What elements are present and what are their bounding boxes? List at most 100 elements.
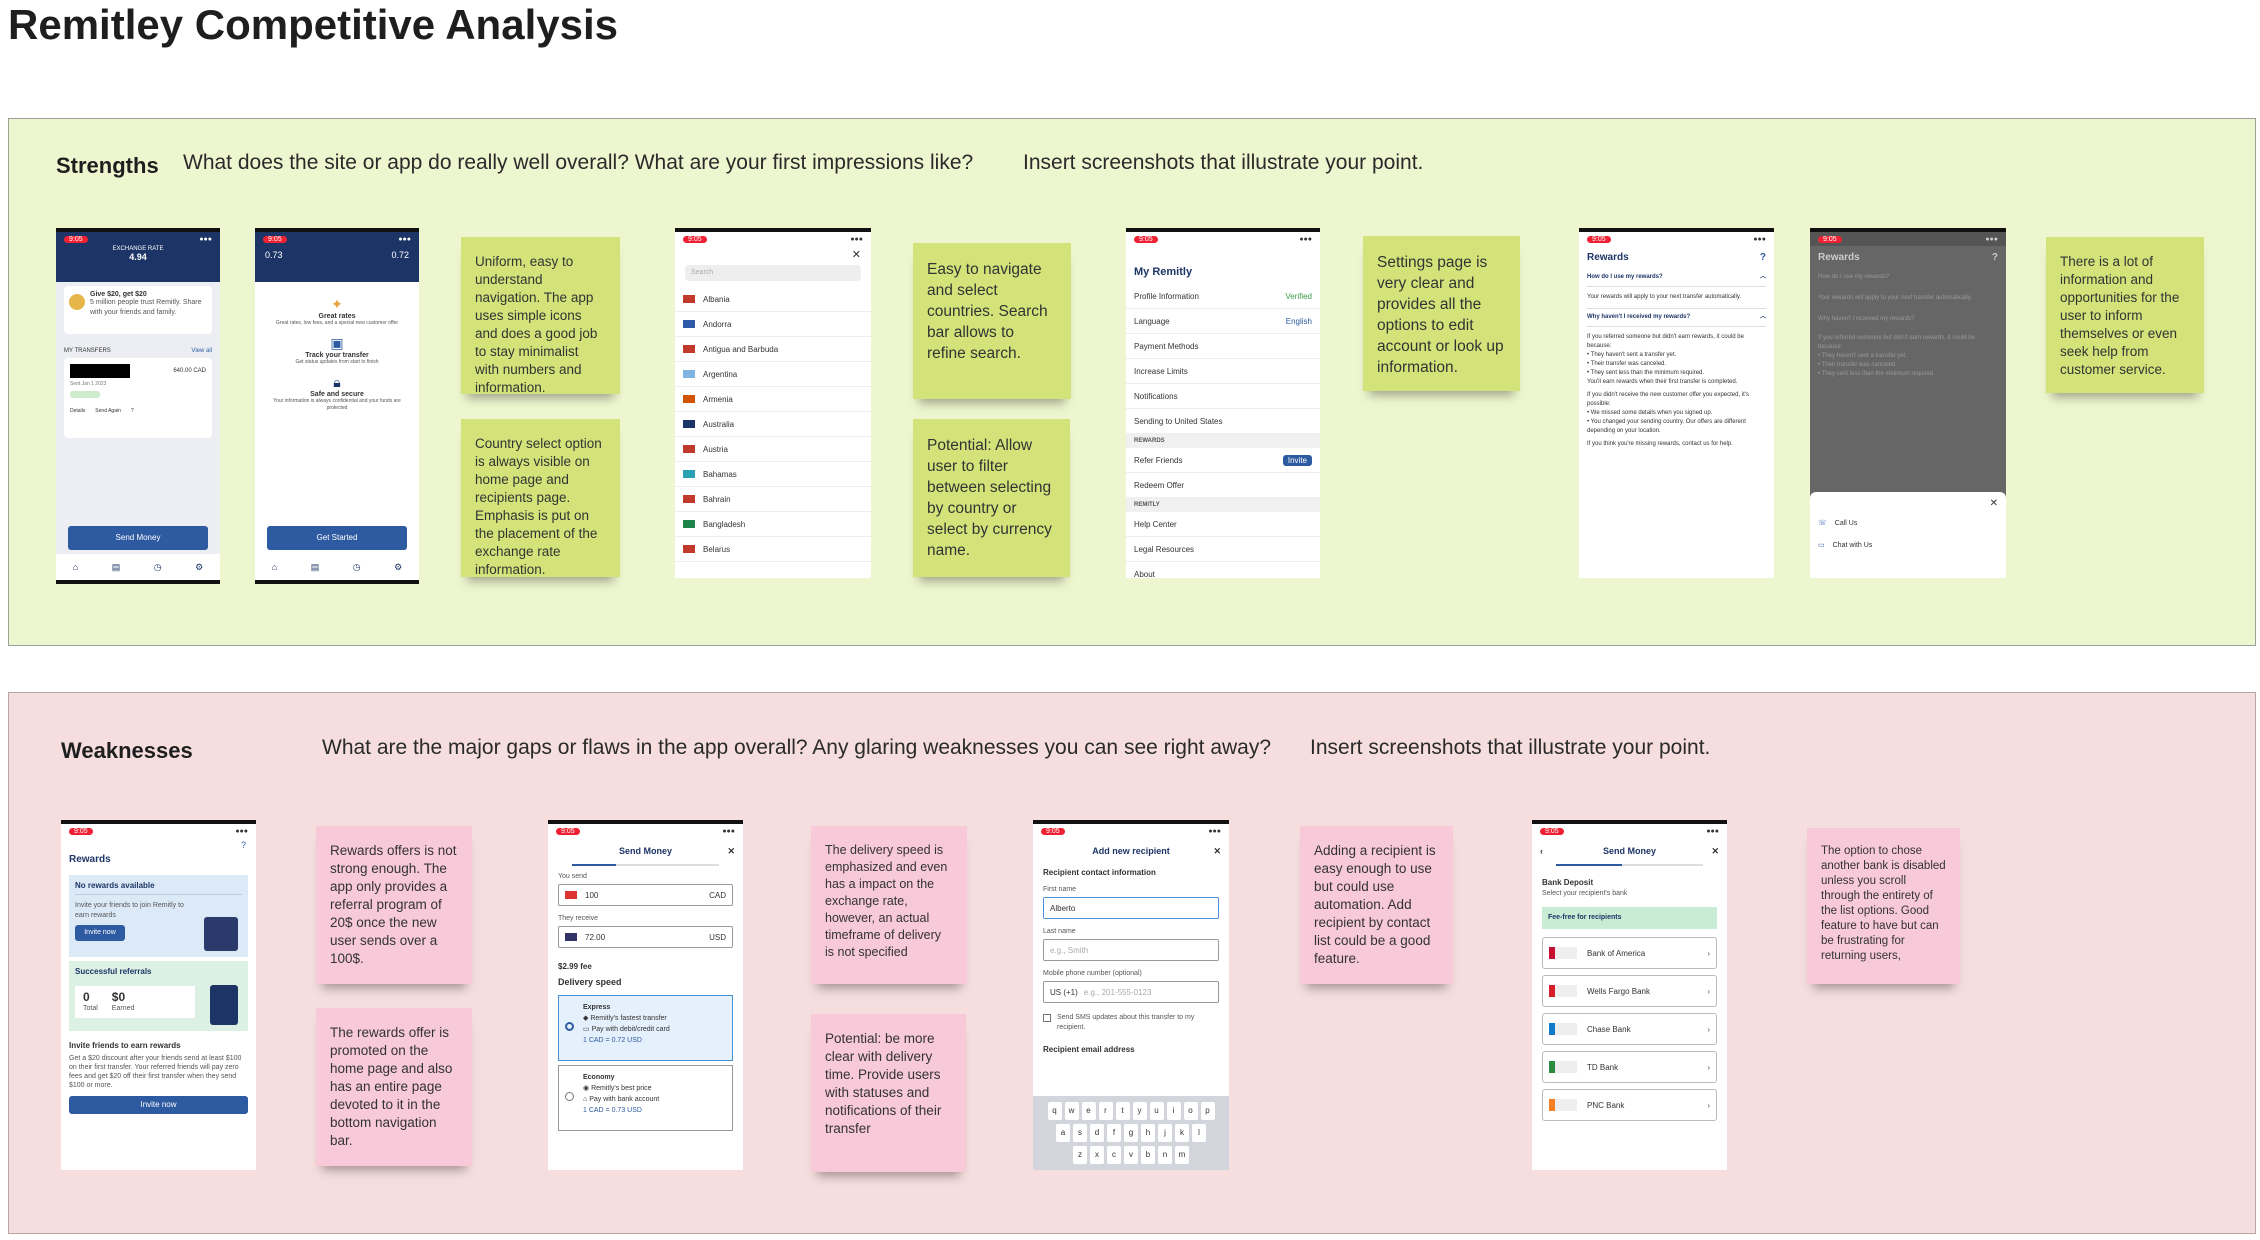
phone-input[interactable]: US (+1) e.g., 201-555-0123 [1043, 981, 1219, 1003]
keyboard-key[interactable]: k [1175, 1124, 1189, 1142]
close-icon[interactable]: ✕ [1818, 498, 1998, 509]
gift-icon [204, 917, 238, 951]
strengths-label: Strengths [56, 153, 159, 178]
screenshot-rewards: 9:05 ●●● ? Rewards No rewards available I… [61, 820, 256, 1170]
keyboard-key[interactable]: p [1200, 1102, 1215, 1120]
last-name-input[interactable]: e.g., Smith [1043, 939, 1219, 961]
keyboard-key[interactable]: m [1175, 1146, 1189, 1164]
country-row[interactable]: Belarus [675, 537, 871, 562]
invite-now-button[interactable]: Invite now [69, 1096, 248, 1114]
strengths-instruction: Insert screenshots that illustrate your … [1023, 151, 1424, 174]
country-flag-icon [683, 470, 695, 478]
send-money-button[interactable]: Send Money [68, 526, 208, 550]
keyboard-key[interactable]: l [1192, 1124, 1206, 1142]
screenshot-onboarding: 9:05 ●●● 0.73 0.72 ✦ Great rates Great rat… [255, 228, 419, 584]
weaknesses-prompt: What are the major gaps or flaws in the … [322, 736, 1272, 759]
keyboard-key[interactable]: r [1098, 1102, 1113, 1120]
keyboard-key[interactable]: f [1107, 1124, 1121, 1142]
country-name: Andorra [703, 319, 732, 329]
country-row[interactable]: Armenia [675, 387, 871, 412]
country-row[interactable]: Argentina [675, 362, 871, 387]
sms-checkbox[interactable]: Send SMS updates about this transfer to … [1033, 1011, 1229, 1035]
bank-name: Wells Fargo Bank [1587, 986, 1650, 996]
keyboard-key[interactable]: j [1158, 1124, 1172, 1142]
bank-option[interactable]: PNC Bank › [1542, 1089, 1717, 1121]
country-row[interactable]: Austria [675, 437, 871, 462]
screenshot-add-recipient: 9:05 ●●● Add new recipient ✕ Recipient con… [1033, 820, 1229, 1170]
keyboard-key[interactable]: s [1073, 1124, 1087, 1142]
bank-option[interactable]: Chase Bank › [1542, 1013, 1717, 1045]
express-option[interactable]: Express ◆ Remitly's fastest transfer ▭ P… [558, 995, 733, 1061]
chevron-right-icon: › [1707, 1062, 1710, 1072]
send-amount-input[interactable]: 100 CAD [558, 884, 733, 906]
back-icon[interactable]: ‹ [1540, 846, 1543, 856]
country-row[interactable]: Andorra [675, 312, 871, 337]
country-flag-icon [683, 520, 695, 528]
close-icon[interactable]: ✕ [675, 246, 871, 263]
country-name: Belarus [703, 544, 731, 554]
chevron-right-icon: › [1707, 948, 1710, 958]
country-name: Antigua and Barbuda [703, 344, 779, 354]
screenshot-country-select: 9:05 ●●● ✕ Search Albania Andorra Antigua a… [675, 228, 871, 578]
headset-icon: ☏ [1818, 520, 1827, 527]
keyboard-key[interactable]: q [1047, 1102, 1062, 1120]
close-icon[interactable]: ✕ [1213, 846, 1221, 857]
country-row[interactable]: Australia [675, 412, 871, 437]
bank-option[interactable]: Wells Fargo Bank › [1542, 975, 1717, 1007]
keyboard-key[interactable]: u [1149, 1102, 1164, 1120]
screenshot-rewards-faq: 9:05 ●●● Rewards? How do I use my rewards… [1579, 228, 1774, 578]
bank-logo-icon [1549, 1023, 1577, 1035]
page-title: Remitley Competitive Analysis [8, 1, 618, 48]
keyboard-key[interactable]: y [1132, 1102, 1147, 1120]
bank-name: Chase Bank [1587, 1024, 1631, 1034]
keyboard-key[interactable]: n [1158, 1146, 1172, 1164]
keyboard-key[interactable]: b [1141, 1146, 1155, 1164]
bank-logo-icon [1549, 1061, 1577, 1073]
weaknesses-instruction: Insert screenshots that illustrate your … [1310, 736, 1711, 759]
keyboard-key[interactable]: i [1166, 1102, 1181, 1120]
sticky-note: Potential: be more clear with delivery t… [811, 1014, 966, 1172]
bank-option[interactable]: TD Bank › [1542, 1051, 1717, 1083]
bank-name: Bank of America [1587, 948, 1646, 958]
bank-name: TD Bank [1587, 1062, 1619, 1072]
keyboard-key[interactable]: t [1115, 1102, 1130, 1120]
country-row[interactable]: Albania [675, 287, 871, 312]
receive-amount-input[interactable]: 72.00 USD [558, 926, 733, 948]
country-flag-icon [683, 320, 695, 328]
economy-option[interactable]: Economy ◉ Remitly's best price ⌂ Pay wit… [558, 1065, 733, 1131]
sticky-note: Rewards offers is not strong enough. The… [316, 826, 472, 984]
close-icon[interactable]: ✕ [1711, 846, 1719, 857]
chat-option[interactable]: ▭ Chat with Us [1818, 541, 1998, 550]
keyboard-key[interactable]: z [1073, 1146, 1087, 1164]
country-row[interactable]: Bahamas [675, 462, 871, 487]
country-row[interactable]: Bahrain [675, 487, 871, 512]
screenshot-home: 9:05 ●●● EXCHANGE RATE 4.94 Give $20, get… [56, 228, 220, 584]
keyboard-key[interactable]: v [1124, 1146, 1138, 1164]
keyboard-key[interactable]: g [1124, 1124, 1138, 1142]
sticky-note: Settings page is very clear and provides… [1363, 236, 1520, 391]
first-name-input[interactable]: Alberto [1043, 897, 1219, 919]
keyboard-key[interactable]: h [1141, 1124, 1155, 1142]
call-us-option[interactable]: ☏ Call Us [1818, 519, 1998, 528]
keyboard-key[interactable]: w [1064, 1102, 1079, 1120]
get-started-button[interactable]: Get Started [267, 526, 407, 550]
keyboard-key[interactable]: x [1090, 1146, 1104, 1164]
country-name: Bangladesh [703, 519, 746, 529]
close-icon[interactable]: ✕ [727, 846, 735, 857]
keyboard-key[interactable]: d [1090, 1124, 1104, 1142]
country-row[interactable]: Bangladesh [675, 512, 871, 537]
keyboard-key[interactable]: a [1056, 1124, 1070, 1142]
keyboard-key[interactable]: e [1081, 1102, 1096, 1120]
country-name: Bahrain [703, 494, 731, 504]
screenshot-settings: 9:05 ●●● My Remitly Profile Information Ve… [1126, 228, 1320, 578]
weaknesses-label: Weaknesses [61, 738, 193, 763]
screenshot-bank-deposit: 9:05 ●●● ‹ Send Money ✕ Bank Deposit Select… [1532, 820, 1727, 1170]
country-name: Bahamas [703, 469, 737, 479]
country-row[interactable]: Antigua and Barbuda [675, 337, 871, 362]
keyboard-key[interactable]: o [1183, 1102, 1198, 1120]
bank-option[interactable]: Bank of America › [1542, 937, 1717, 969]
bank-name: PNC Bank [1587, 1100, 1625, 1110]
search-input[interactable]: Search [685, 265, 861, 281]
keyboard[interactable]: qwertyuiop asdfghjkl zxcvbnm [1033, 1096, 1229, 1170]
keyboard-key[interactable]: c [1107, 1146, 1121, 1164]
